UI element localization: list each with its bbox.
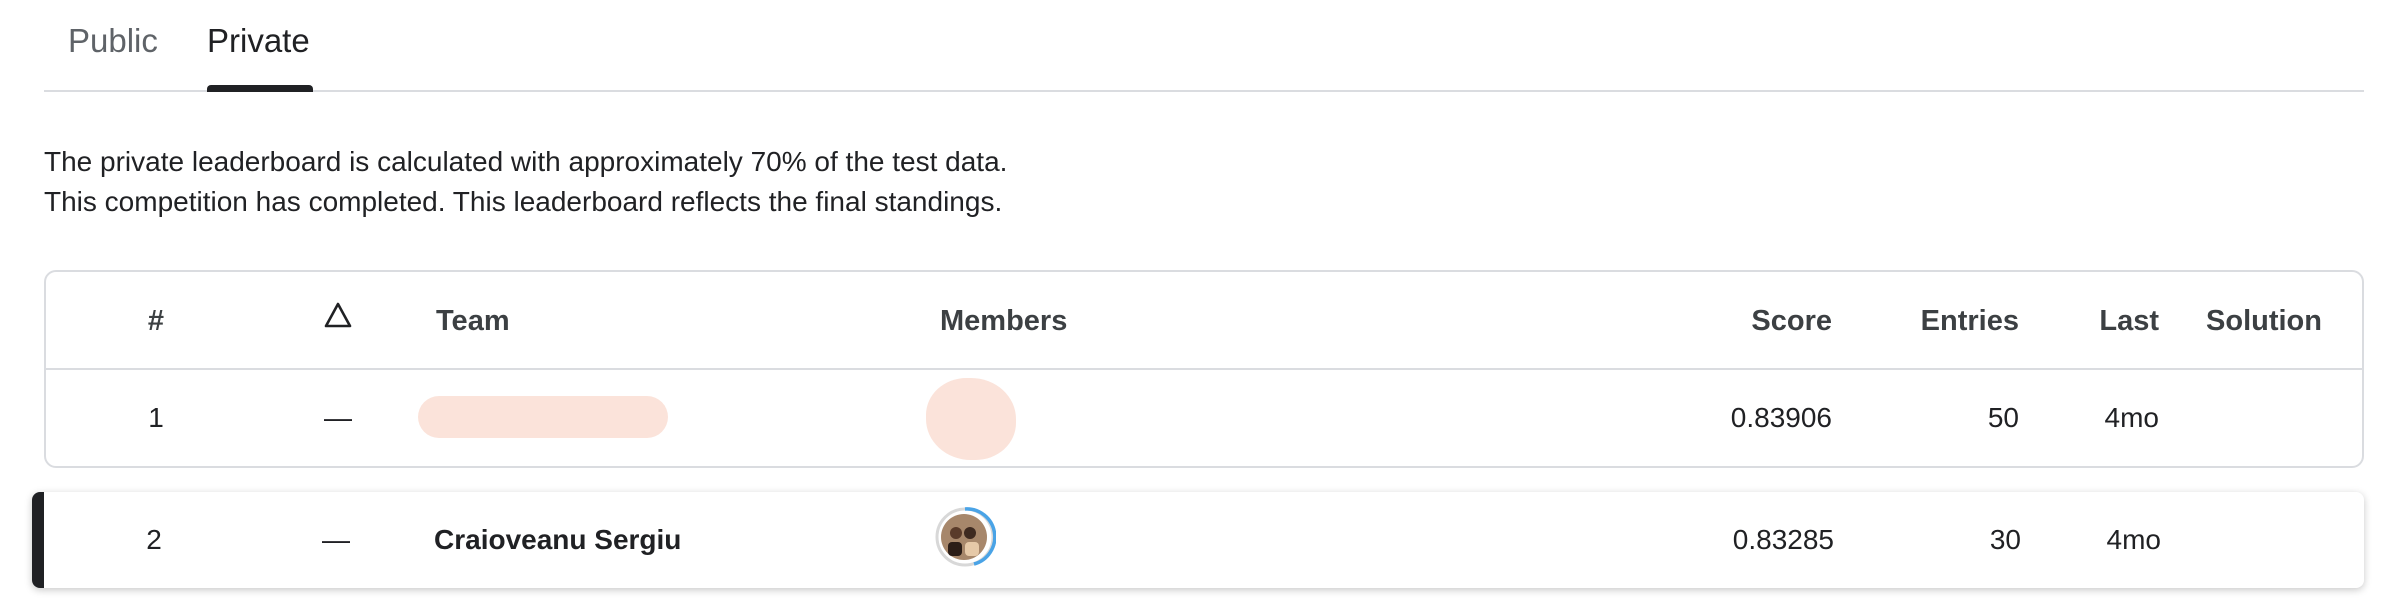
tab-private[interactable]: Private: [207, 22, 310, 60]
header-rank: #: [147, 305, 165, 337]
table-row-highlighted[interactable]: 2 — Craioveanu Sergiu 0.83285 30 4mo: [32, 492, 2364, 588]
header-team: Team: [436, 305, 510, 337]
leaderboard-table: # Team Members Score Entries Last Soluti…: [44, 270, 2364, 468]
table-row[interactable]: 1 — 0.83906 50 4mo: [46, 370, 2362, 468]
row-team-name[interactable]: Craioveanu Sergiu: [434, 524, 681, 556]
row-score: 0.83906: [1730, 402, 1832, 433]
highlight-bar: [32, 492, 44, 588]
header-solution: Solution: [2206, 305, 2322, 337]
leaderboard-description: The private leaderboard is calculated wi…: [44, 142, 1007, 222]
table-header-row: # Team Members Score Entries Last Soluti…: [46, 272, 2362, 370]
triangle-outline-icon: [308, 302, 368, 336]
leaderboard-tabs: Public Private: [44, 0, 2364, 92]
active-tab-indicator: [207, 85, 313, 92]
row-rank: 1: [148, 402, 164, 433]
header-last: Last: [2099, 305, 2159, 337]
header-entries: Entries: [1920, 305, 2019, 337]
member-avatar-icon[interactable]: [934, 506, 996, 568]
row-last: 4mo: [2104, 402, 2159, 433]
row-delta: —: [322, 524, 350, 555]
description-line-2: This competition has completed. This lea…: [44, 186, 1003, 217]
redacted-member-avatar: [926, 378, 1016, 460]
row-entries: 50: [1987, 402, 2019, 433]
row-entries: 30: [1989, 524, 2021, 555]
row-delta: —: [324, 402, 352, 433]
delta-header-icon: [324, 302, 352, 328]
leaderboard-page: Public Private The private leaderboard i…: [0, 0, 2394, 610]
description-line-1: The private leaderboard is calculated wi…: [44, 146, 1008, 177]
redacted-team-name: [418, 396, 668, 438]
tab-public[interactable]: Public: [68, 22, 158, 60]
header-members: Members: [940, 305, 1068, 337]
header-score: Score: [1751, 305, 1832, 337]
row-rank: 2: [146, 524, 162, 555]
row-last: 4mo: [2106, 524, 2161, 555]
row-score: 0.83285: [1732, 524, 1834, 555]
